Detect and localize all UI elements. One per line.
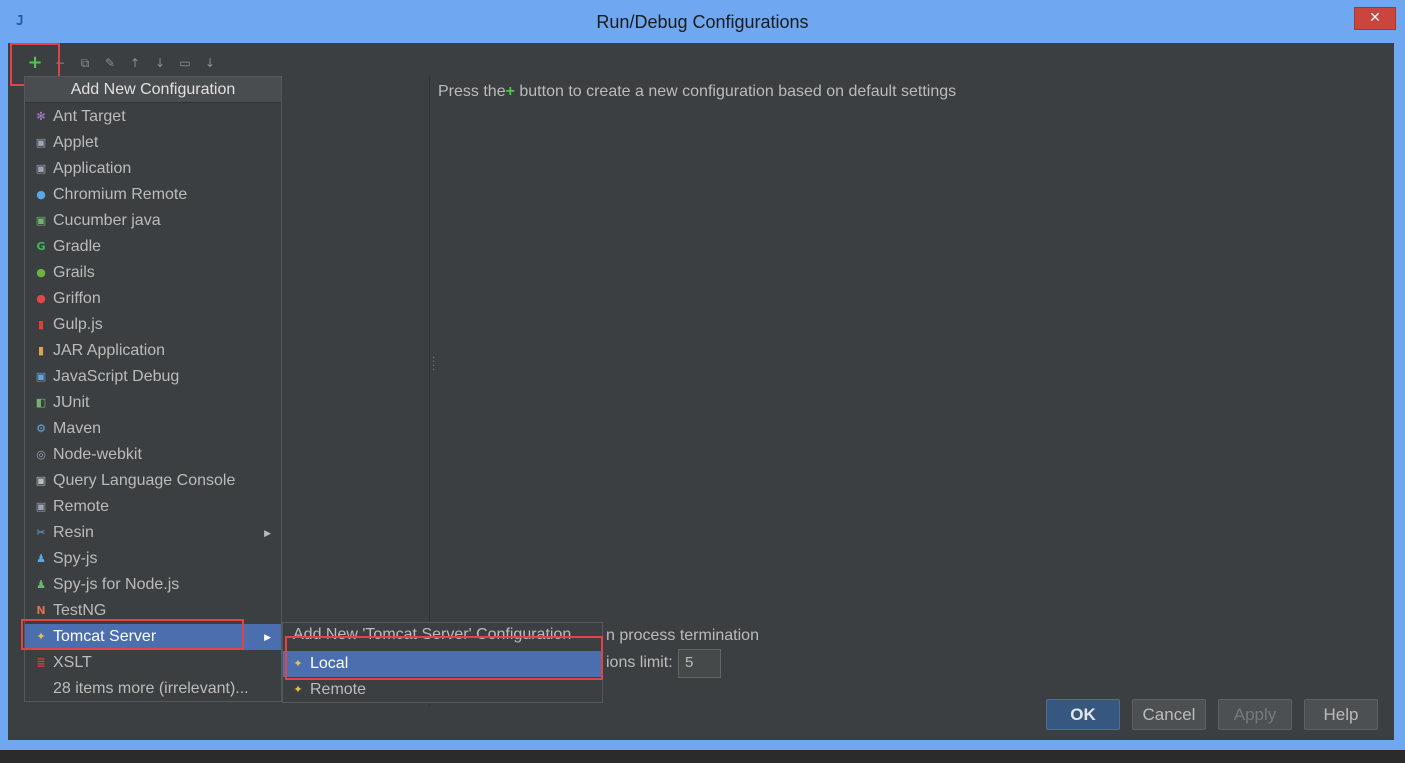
menu-item[interactable]: ▣ JavaScript Debug <box>25 364 281 390</box>
menu-item[interactable]: ✻ Ant Target <box>25 104 281 130</box>
menu-item[interactable]: ♟ Spy-js for Node.js <box>25 572 281 598</box>
application-icon: ▣ <box>35 162 47 175</box>
hint-plus-icon: + <box>505 83 515 100</box>
background-taskbar <box>0 748 1405 763</box>
submenu-item-label: Remote <box>310 681 367 698</box>
menu-item[interactable]: ▣ Cucumber java <box>25 208 281 234</box>
hint-prefix: Press the <box>438 83 506 100</box>
testng-icon: N <box>36 604 46 617</box>
menu-item-label: Ant Target <box>53 108 126 125</box>
help-button[interactable]: Help <box>1304 699 1378 730</box>
menu-item-label: XSLT <box>53 654 92 671</box>
menu-item[interactable]: 28 items more (irrelevant)... <box>25 676 281 702</box>
ant-icon: ✻ <box>36 110 46 123</box>
menu-item-label: TestNG <box>53 602 107 619</box>
junit-icon: ◧ <box>35 396 47 409</box>
menu-item-label: Application <box>53 160 132 177</box>
menu-item[interactable]: ▣ Remote <box>25 494 281 520</box>
menu-item-label: JAR Application <box>53 342 166 359</box>
copy-config-button[interactable]: ⧉ <box>77 55 93 71</box>
menu-item[interactable]: ◧ JUnit <box>25 390 281 416</box>
menu-item-label: Chromium Remote <box>53 186 188 203</box>
cucumber-icon: ▣ <box>35 214 47 227</box>
submenu-item[interactable]: ✦ Remote <box>283 677 602 703</box>
menu-item-label: Query Language Console <box>53 472 236 489</box>
menu-item-label: Gradle <box>53 238 102 255</box>
menu-item[interactable]: ▣ Application <box>25 156 281 182</box>
gulp-icon: ▮ <box>37 318 45 331</box>
confirm-termination-label: n process termination <box>606 627 759 644</box>
local-highlight <box>285 636 603 680</box>
menu-item-label: Griffon <box>53 290 101 307</box>
ok-button[interactable]: OK <box>1046 699 1120 730</box>
tomcat-highlight <box>21 619 244 650</box>
edit-defaults-button[interactable]: ✎ <box>102 55 118 71</box>
js-debug-icon: ▣ <box>35 370 47 383</box>
window-title: Run/Debug Configurations <box>596 12 809 32</box>
move-up-button[interactable]: ↑ <box>127 55 143 71</box>
menu-item[interactable]: ● Chromium Remote <box>25 182 281 208</box>
menu-item[interactable]: ▮ JAR Application <box>25 338 281 364</box>
menu-item[interactable]: G Gradle <box>25 234 281 260</box>
menu-item[interactable]: ● Grails <box>25 260 281 286</box>
remote-icon: ▣ <box>35 500 47 513</box>
menu-item-label: JavaScript Debug <box>53 368 180 385</box>
folder-button[interactable]: ▭ <box>177 55 193 71</box>
menu-item-label: Cucumber java <box>53 212 161 229</box>
resin-icon: ✂ <box>36 526 46 539</box>
splitter-handle[interactable]: · · · · <box>432 354 435 376</box>
submenu-arrow-icon: ▶ <box>264 528 271 538</box>
chromium-icon: ● <box>36 188 46 201</box>
menu-item-label: 28 items more (irrelevant)... <box>53 680 249 697</box>
menu-item-label: Spy-js <box>53 550 98 567</box>
move-down-button[interactable]: ↓ <box>152 55 168 71</box>
menu-item[interactable]: ▣ Applet <box>25 130 281 156</box>
node-webkit-icon: ◎ <box>36 448 46 461</box>
menu-item-label: JUnit <box>53 394 90 411</box>
menu-item-label: Applet <box>53 134 99 151</box>
spy-js-icon: ♟ <box>36 552 46 565</box>
menu-item[interactable]: ≣ XSLT <box>25 650 281 676</box>
xslt-icon: ≣ <box>36 656 46 669</box>
menu-item[interactable]: ● Griffon <box>25 286 281 312</box>
popup-header: Add New Configuration <box>25 77 281 103</box>
gradle-icon: G <box>36 240 46 253</box>
menu-item-label: Maven <box>53 420 102 437</box>
menu-item[interactable]: ✂ Resin ▶ <box>25 520 281 546</box>
submenu-arrow-icon: ▶ <box>264 632 271 642</box>
tomcat-remote-icon: ✦ <box>293 683 303 696</box>
grails-icon: ● <box>36 266 46 279</box>
griffon-icon: ● <box>36 292 46 305</box>
menu-item-label: Grails <box>53 264 95 281</box>
title-bar[interactable]: J Run/Debug Configurations ✕ <box>0 0 1405 43</box>
menu-item-label: Gulp.js <box>53 316 103 333</box>
menu-item[interactable]: ▣ Query Language Console <box>25 468 281 494</box>
config-toolbar: + − ⧉ ✎ ↑ ↓ ▭ ↓ <box>8 43 308 86</box>
menu-item-label: Resin <box>53 524 94 541</box>
menu-item-label: Spy-js for Node.js <box>53 576 180 593</box>
temp-config-limit-input[interactable]: 5 <box>678 649 721 678</box>
menu-item[interactable]: ▮ Gulp.js <box>25 312 281 338</box>
menu-item[interactable]: ◎ Node-webkit <box>25 442 281 468</box>
cancel-button[interactable]: Cancel <box>1132 699 1206 730</box>
add-config-popup: Add New Configuration ✻ Ant Target ▣ Applet… <box>24 76 282 702</box>
query-console-icon: ▣ <box>35 474 47 487</box>
menu-item-label: Remote <box>53 498 110 515</box>
maven-icon: ⚙ <box>36 422 46 435</box>
jar-icon: ▮ <box>37 344 45 357</box>
menu-item[interactable]: ♟ Spy-js <box>25 546 281 572</box>
menu-item-label: Node-webkit <box>53 446 142 463</box>
sort-button[interactable]: ↓ <box>202 55 218 71</box>
empty-hint: Press the+ button to create a new config… <box>438 83 956 101</box>
temp-config-limit-label: ions limit: <box>606 654 673 671</box>
menu-item[interactable]: ⚙ Maven <box>25 416 281 442</box>
hint-suffix: button to create a new configuration bas… <box>514 83 957 100</box>
applet-icon: ▣ <box>35 136 47 149</box>
close-button[interactable]: ✕ <box>1354 7 1396 30</box>
spy-js-node-icon: ♟ <box>36 578 46 591</box>
apply-button[interactable]: Apply <box>1218 699 1292 730</box>
